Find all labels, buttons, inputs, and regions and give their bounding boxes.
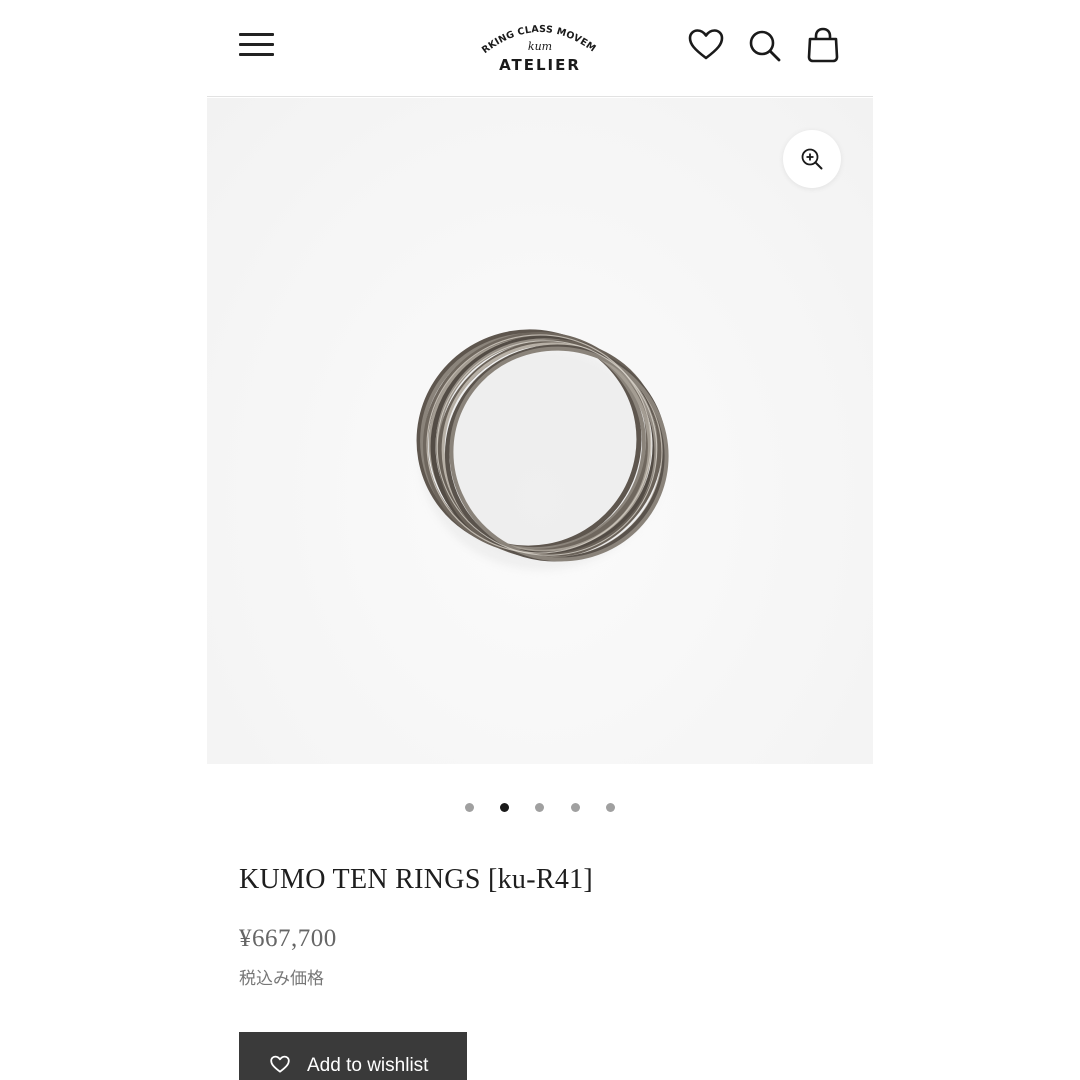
menu-icon-bar — [239, 43, 274, 46]
pagination-dot[interactable] — [535, 803, 544, 812]
product-title: KUMO TEN RINGS [ku-R41] — [239, 864, 594, 895]
bag-icon — [807, 27, 839, 63]
menu-icon-bar — [239, 53, 274, 56]
heart-icon — [270, 1055, 290, 1073]
add-to-wishlist-button[interactable]: Add to wishlist — [239, 1032, 467, 1080]
wishlist-header-button[interactable] — [686, 25, 726, 65]
site-logo[interactable]: WORKING CLASS MOVEMENT kum ATELIER — [475, 16, 605, 80]
cart-button[interactable] — [803, 25, 843, 65]
wishlist-button-label: Add to wishlist — [307, 1055, 429, 1076]
product-page: WORKING CLASS MOVEMENT kum ATELIER — [207, 0, 873, 1080]
zoom-button[interactable] — [783, 130, 841, 188]
gallery-pagination — [207, 800, 873, 816]
menu-icon-bar — [239, 33, 274, 36]
pagination-dot[interactable] — [571, 803, 580, 812]
logo-script-text: kum — [528, 40, 552, 53]
product-price: ¥667,700 — [239, 925, 337, 952]
logo-arc: WORKING CLASS MOVEMENT kum — [475, 16, 598, 56]
zoom-in-icon — [801, 148, 823, 170]
site-header: WORKING CLASS MOVEMENT kum ATELIER — [207, 0, 873, 97]
logo-wordmark: ATELIER — [499, 56, 581, 74]
search-icon — [749, 30, 781, 62]
menu-button[interactable] — [237, 28, 277, 62]
search-button[interactable] — [745, 25, 785, 65]
product-gallery[interactable] — [207, 98, 873, 764]
pagination-dot[interactable] — [606, 803, 615, 812]
pagination-dot-active[interactable] — [500, 803, 509, 812]
product-image — [416, 329, 669, 570]
pagination-dot[interactable] — [465, 803, 474, 812]
heart-icon — [688, 29, 724, 60]
tax-note: 税込み価格 — [239, 969, 324, 989]
